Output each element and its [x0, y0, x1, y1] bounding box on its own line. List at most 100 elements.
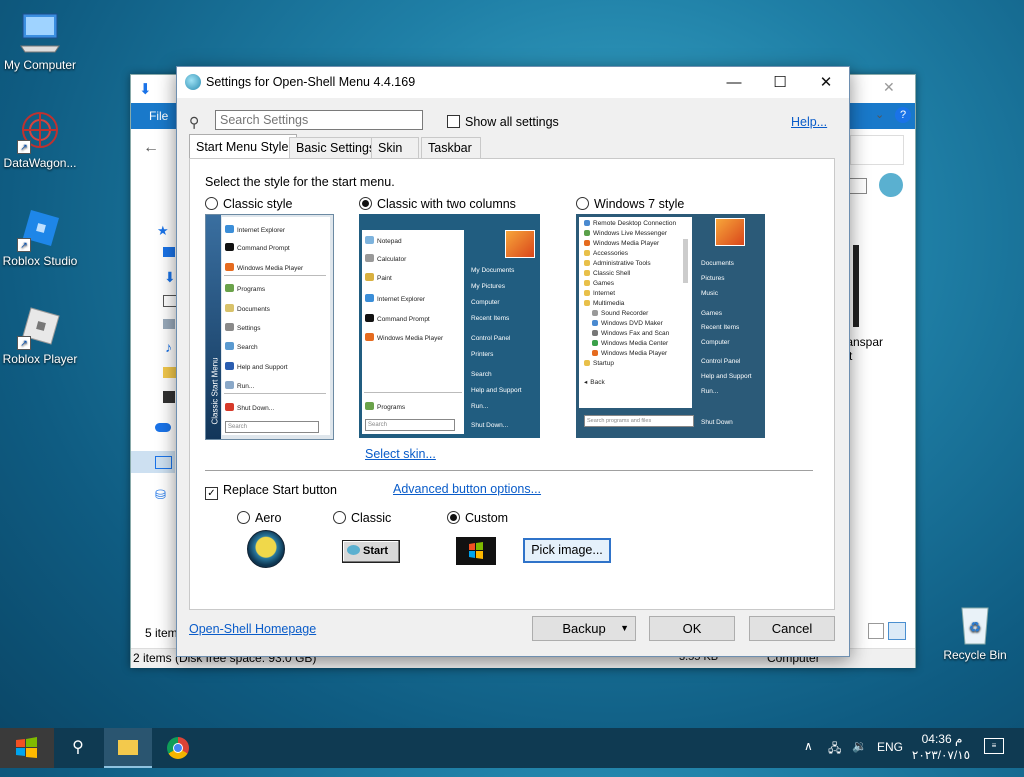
radio-classic[interactable]: Classic — [333, 511, 391, 525]
tab-skin[interactable]: Skin — [371, 137, 419, 158]
win7-right-item: Games — [701, 310, 722, 317]
large-icons-view-icon[interactable] — [888, 622, 906, 640]
search-icon[interactable]: ⚲ — [54, 728, 102, 768]
checkbox-box[interactable] — [447, 115, 460, 128]
desktop-icon-roblox-studio[interactable]: ↗ Roblox Studio — [0, 206, 80, 268]
desktop-icon[interactable] — [163, 247, 175, 257]
win7-item: Internet — [593, 290, 616, 297]
notifications-icon[interactable]: ≡ — [984, 738, 1004, 754]
two-col-item: Command Prompt — [377, 316, 430, 323]
videos-icon[interactable] — [163, 391, 175, 403]
view-icon[interactable] — [847, 178, 867, 194]
clock-time[interactable]: 04:36 م — [918, 732, 966, 746]
chevron-down-icon[interactable]: ⌄ — [875, 108, 884, 121]
search-settings-input[interactable] — [215, 110, 423, 130]
win7-back: Back — [590, 379, 605, 386]
classic-search-box: Search — [225, 421, 319, 433]
star-icon[interactable]: ★ — [157, 223, 169, 239]
explorer-search-box[interactable] — [850, 135, 904, 165]
win7-item: Remote Desktop Connection — [593, 220, 677, 227]
radio-label: Classic — [351, 511, 392, 525]
downloads-icon[interactable]: ⬇ — [164, 269, 176, 286]
two-col-item: Paint — [377, 275, 392, 282]
radio-circle[interactable] — [359, 197, 372, 210]
cancel-button[interactable]: Cancel — [749, 616, 835, 641]
win7-item: Windows Media Center — [601, 340, 669, 347]
preview-windows-7[interactable]: Remote Desktop Connection Windows Live M… — [576, 214, 765, 438]
file-menu[interactable]: File — [149, 109, 168, 123]
advanced-button-options-link[interactable]: Advanced button options... — [393, 482, 541, 496]
desktop-icon-my-computer[interactable]: My Computer — [0, 10, 80, 72]
start-button[interactable] — [0, 728, 54, 768]
tab-start-menu-style[interactable]: Start Menu Style — [189, 134, 297, 159]
radio-circle[interactable] — [333, 511, 346, 524]
tab-taskbar[interactable]: Taskbar — [421, 137, 481, 158]
desktop-icon-recycle-bin[interactable]: ♻ Recycle Bin — [935, 600, 1015, 662]
chrome-taskbar-icon[interactable] — [154, 728, 202, 768]
network-icon[interactable]: 🖧 — [828, 739, 841, 760]
radio-circle[interactable] — [237, 511, 250, 524]
preview-classic-style[interactable]: Classic Start Menu Internet Explorer Com… — [205, 214, 334, 440]
pick-image-button[interactable]: Pick image... — [523, 538, 611, 563]
dialog-titlebar[interactable]: Settings for Open-Shell Menu 4.4.169 — ☐… — [177, 67, 849, 98]
help-icon[interactable]: ? — [895, 107, 911, 123]
documents-icon[interactable] — [163, 295, 177, 307]
ok-button[interactable]: OK — [649, 616, 735, 641]
win7-item: Accessories — [593, 250, 629, 257]
file-explorer-taskbar-icon[interactable] — [104, 728, 152, 768]
replace-start-button-checkbox[interactable]: ✓ Replace Start button — [205, 483, 337, 500]
minimize-button[interactable]: — — [711, 67, 757, 98]
win7-item: Windows Fax and Scan — [601, 330, 670, 337]
win7-item: Windows DVD Maker — [601, 320, 663, 327]
back-arrow-icon[interactable]: ← — [143, 139, 159, 157]
radio-windows-7-style[interactable]: Windows 7 style — [576, 197, 684, 211]
radio-circle[interactable] — [205, 197, 218, 210]
radio-custom[interactable]: Custom — [447, 511, 508, 525]
maximize-button[interactable]: ☐ — [757, 67, 803, 98]
volume-icon[interactable]: 🔉 — [852, 739, 867, 753]
two-col-item: Notepad — [377, 238, 402, 245]
details-view-icon[interactable] — [868, 623, 884, 639]
show-all-settings-checkbox[interactable]: Show all settings — [447, 115, 559, 129]
shortcut-arrow-icon: ↗ — [17, 140, 31, 154]
radio-aero[interactable]: Aero — [237, 511, 281, 525]
shell-logo-icon — [185, 74, 201, 90]
datawagon-icon: ↗ — [17, 108, 63, 154]
win7-item: Administrative Tools — [593, 260, 651, 267]
open-shell-icon — [879, 173, 903, 197]
checkbox-box[interactable]: ✓ — [205, 487, 218, 500]
win7-right-item: Recent Items — [701, 324, 740, 331]
chrome-icon — [167, 737, 189, 759]
radio-circle[interactable] — [576, 197, 589, 210]
radio-circle[interactable] — [447, 511, 460, 524]
close-button[interactable]: ✕ — [803, 67, 849, 98]
radio-classic-two-columns[interactable]: Classic with two columns — [359, 197, 516, 211]
select-skin-link[interactable]: Select skin... — [365, 447, 436, 461]
preview-two-columns[interactable]: Notepad Calculator Paint Internet Explor… — [359, 214, 540, 438]
open-shell-homepage-link[interactable]: Open-Shell Homepage — [189, 622, 316, 636]
desktop-icon-label: My Computer — [3, 58, 77, 72]
shortcut-arrow-icon: ↗ — [17, 238, 31, 252]
radio-classic-style[interactable]: Classic style — [205, 197, 292, 211]
win7-item: Multimedia — [593, 300, 625, 307]
pictures-icon[interactable] — [163, 319, 175, 329]
win7-right-item: Help and Support — [701, 373, 752, 380]
clock-date[interactable]: ٢٠٢٣/٠٧/١٥ — [906, 748, 976, 762]
dialog-title: Settings for Open-Shell Menu 4.4.169 — [206, 75, 416, 89]
desktop-icon-datawagon[interactable]: ↗ DataWagon... — [0, 108, 80, 170]
onedrive-icon[interactable] — [155, 423, 171, 432]
close-icon[interactable]: ✕ — [883, 79, 895, 96]
classic-menu-item: Documents — [237, 306, 270, 313]
backup-button[interactable]: Backup ▼ — [532, 616, 636, 641]
tab-basic-settings[interactable]: Basic Settings — [289, 137, 381, 158]
help-link[interactable]: Help... — [791, 115, 827, 129]
language-indicator[interactable]: ENG — [877, 740, 903, 754]
settings-dialog[interactable]: Settings for Open-Shell Menu 4.4.169 — ☐… — [176, 66, 850, 657]
music-icon[interactable]: ♪ — [165, 339, 172, 355]
chevron-up-icon[interactable]: ∧ — [804, 739, 813, 753]
desktop-icon-roblox-player[interactable]: ↗ Roblox Player — [0, 304, 80, 366]
network-icon[interactable]: ⛁ — [155, 487, 166, 503]
this-pc-icon[interactable] — [155, 456, 172, 469]
folder-icon[interactable] — [163, 367, 176, 378]
radio-label: Classic with two columns — [377, 197, 516, 211]
